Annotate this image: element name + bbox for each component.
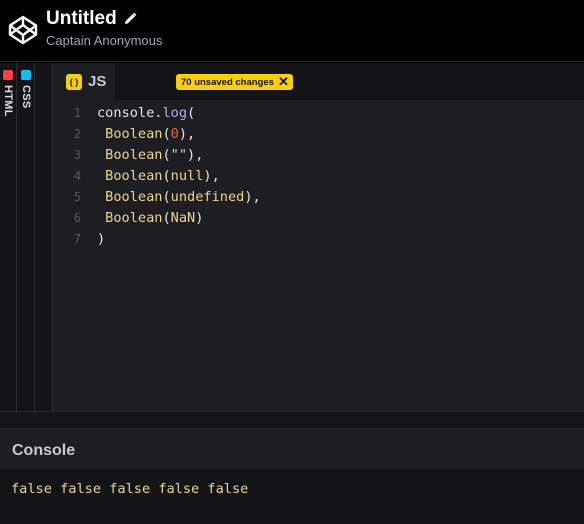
code-text: Boolean(null), — [97, 166, 220, 187]
console-output: false false false false false — [11, 481, 249, 497]
code-text: ) — [97, 229, 105, 250]
console-panel: false false false false false — [0, 469, 584, 524]
code-token: log — [162, 105, 188, 121]
unsaved-changes-badge[interactable]: 70 unsaved changes ✕ — [176, 74, 293, 90]
pane-resize-handle[interactable] — [0, 411, 584, 429]
line-number: 1 — [73, 106, 81, 120]
js-badge-icon: ( ) — [66, 73, 82, 90]
pen-title[interactable]: Untitled — [46, 8, 117, 30]
css-editor-tab[interactable]: CSS — [18, 63, 35, 411]
line-number: 4 — [73, 169, 81, 183]
code-line[interactable]: 4 Boolean(null), — [53, 166, 584, 187]
code-token: ( — [162, 126, 171, 142]
codepen-logo-icon[interactable] — [7, 14, 39, 46]
code-token: ), — [187, 147, 204, 163]
html-tab-label: HTML — [2, 85, 14, 117]
code-token: ), — [178, 126, 196, 142]
code-token: ( — [187, 105, 196, 121]
editor-resize-gutter[interactable] — [36, 63, 53, 411]
code-line[interactable]: 3 Boolean(""), — [53, 145, 584, 166]
code-area[interactable]: 1 console.log(2 Boolean(0), 3 Boolean(""),… — [53, 103, 584, 250]
html-badge-icon — [3, 70, 13, 80]
title-row: Untitled — [46, 8, 137, 30]
code-token: ( — [162, 147, 171, 163]
collapsed-editors: HTML CSS — [0, 63, 53, 411]
css-badge-icon — [21, 70, 31, 80]
pencil-edit-icon[interactable] — [123, 12, 137, 26]
code-token: undefined — [170, 189, 245, 205]
js-editor-tabbar: ( ) JS 70 unsaved changes ✕ — [53, 63, 584, 100]
line-number: 7 — [73, 232, 81, 246]
author-name[interactable]: Captain Anonymous — [46, 33, 162, 48]
code-line[interactable]: 2 Boolean(0), — [53, 124, 584, 145]
code-token: 0 — [170, 126, 179, 142]
code-token: Boolean — [97, 210, 163, 226]
js-editor-tab[interactable]: ( ) JS — [53, 63, 115, 100]
code-token: Boolean — [97, 189, 163, 205]
code-token: null — [170, 168, 204, 184]
code-text: Boolean(NaN) — [97, 208, 203, 229]
code-text: Boolean(""), — [97, 145, 203, 166]
console-header: Console — [0, 429, 584, 469]
pen-header: Untitled Captain Anonymous — [0, 0, 584, 62]
unsaved-changes-label: 70 unsaved changes — [181, 76, 274, 88]
code-line[interactable]: 5 Boolean(undefined), — [53, 187, 584, 208]
console-title: Console — [12, 442, 76, 459]
line-number: 3 — [73, 148, 81, 162]
line-number: 6 — [73, 211, 81, 225]
line-number: 2 — [73, 127, 81, 141]
code-text: Boolean(undefined), — [97, 187, 261, 208]
code-line[interactable]: 6 Boolean(NaN) — [53, 208, 584, 229]
code-text: console.log( — [97, 103, 195, 124]
code-token: ) — [97, 231, 106, 247]
code-token: ), — [203, 168, 220, 184]
code-token: Boolean — [97, 168, 163, 184]
code-token: ( — [162, 189, 171, 205]
code-token: Boolean — [97, 147, 163, 163]
code-line[interactable]: 7) — [53, 229, 584, 250]
code-token: ) — [195, 210, 204, 226]
code-token: ), — [244, 189, 261, 205]
line-number: 5 — [73, 190, 81, 204]
code-token: ( — [162, 168, 171, 184]
code-line[interactable]: 1 console.log( — [53, 103, 584, 124]
close-icon[interactable]: ✕ — [278, 74, 289, 90]
js-editor: ( ) JS 70 unsaved changes ✕ 1 console.log… — [53, 63, 584, 411]
css-tab-label: CSS — [20, 85, 32, 109]
code-token: NaN — [170, 210, 196, 226]
html-editor-tab[interactable]: HTML — [0, 63, 17, 411]
code-token: "" — [170, 147, 188, 163]
code-text: Boolean(0), — [97, 124, 195, 145]
code-token: ( — [162, 210, 171, 226]
code-token: console. — [97, 105, 163, 121]
code-token: Boolean — [97, 126, 163, 142]
js-tab-label: JS — [88, 73, 107, 90]
